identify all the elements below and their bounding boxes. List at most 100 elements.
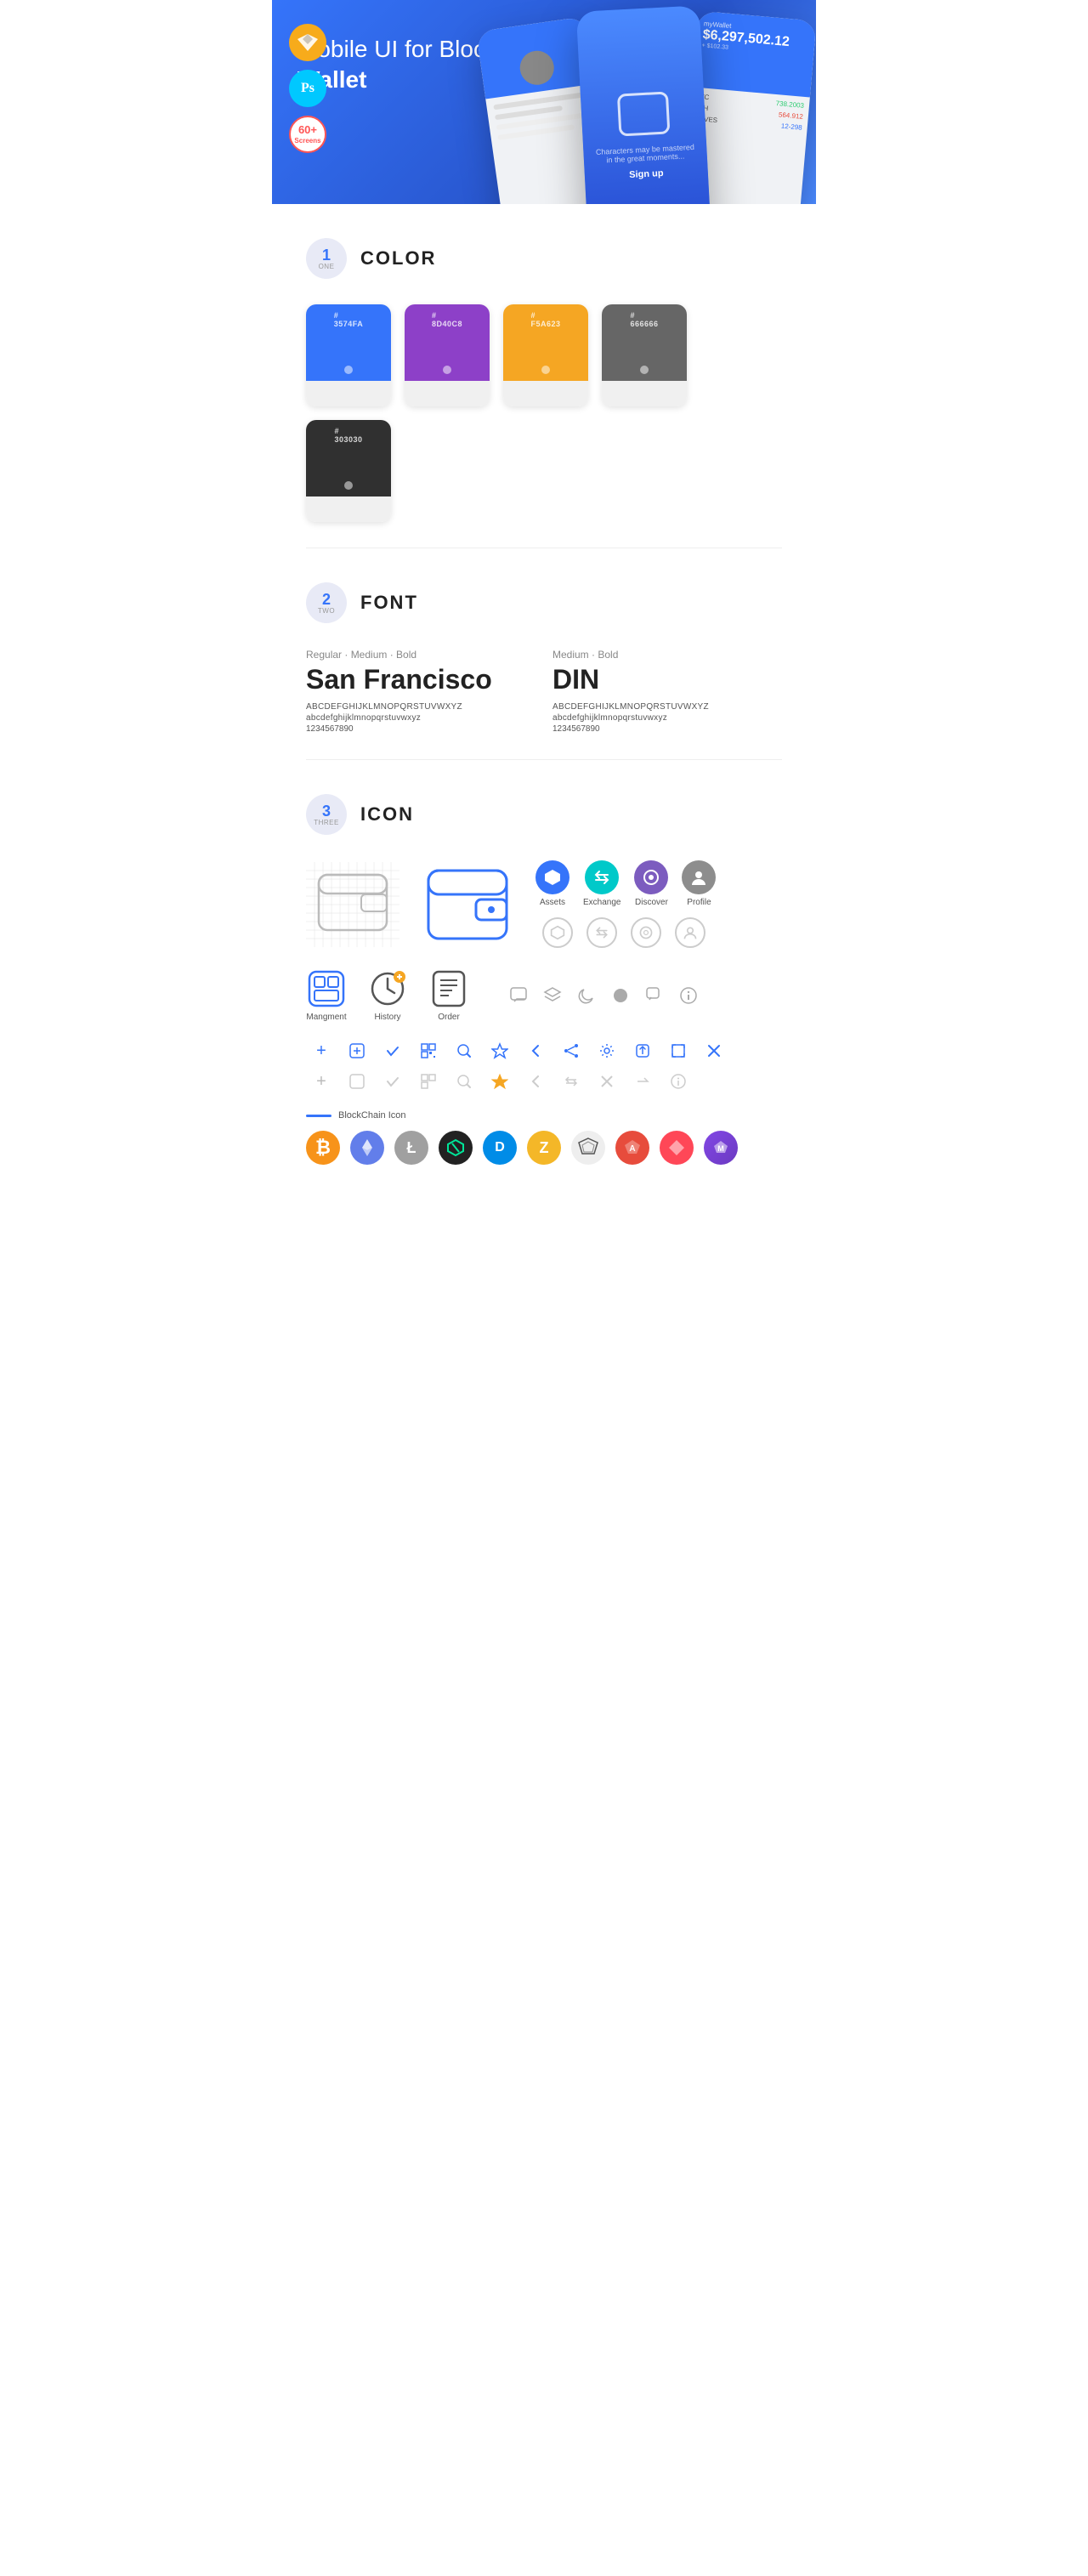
- font-grid: Regular · Medium · Bold San Francisco AB…: [306, 649, 782, 734]
- hero-section: Mobile UI for Blockchain Wallet UI Kit P…: [272, 0, 816, 204]
- star-active-icon: [488, 1070, 512, 1093]
- star-icon: [488, 1039, 512, 1063]
- color-section-number: 1 ONE: [306, 238, 347, 279]
- cross-gray-icon: [595, 1070, 619, 1093]
- font-section: 2 TWO FONT Regular · Medium · Bold San F…: [272, 548, 816, 759]
- wallet-filled-icon: [425, 867, 510, 942]
- font-section-number: 2 TWO: [306, 582, 347, 623]
- blockchain-label-row: BlockChain Icon: [306, 1110, 782, 1121]
- management-icon-item: Mangment: [306, 968, 347, 1022]
- swatch-orange: #F5A623: [503, 304, 588, 406]
- exchange-icon: [585, 860, 619, 894]
- color-section-title: COLOR: [360, 247, 436, 270]
- nav-icons-outline: [536, 917, 716, 948]
- neo-icon: [439, 1131, 473, 1165]
- assets-icon-item: Assets: [536, 860, 570, 907]
- ltc-icon: Ł: [394, 1131, 428, 1165]
- dash-icon: D: [483, 1131, 517, 1165]
- plus-gray-icon: +: [309, 1070, 333, 1093]
- zcash-icon: Z: [527, 1131, 561, 1165]
- profile-icon-item: Profile: [682, 860, 716, 907]
- exchange-icon-item: Exchange: [583, 860, 620, 907]
- font-san-francisco: Regular · Medium · Bold San Francisco AB…: [306, 649, 536, 734]
- eth-icon: [350, 1131, 384, 1165]
- color-section: 1 ONE COLOR #3574FA #8D40C8 #F5A623: [272, 204, 816, 548]
- swatch-purple: #8D40C8: [405, 304, 490, 406]
- screens-badge: 60+ Screens: [289, 116, 326, 153]
- app-icons-row: Mangment History Order: [306, 968, 782, 1022]
- icon-section-title: ICON: [360, 803, 414, 826]
- discover-icon: [634, 860, 668, 894]
- arrow-gray-icon: [631, 1070, 654, 1093]
- circle-icon: [609, 984, 632, 1007]
- layers-icon: [541, 984, 564, 1007]
- ps-badge: Ps: [289, 70, 326, 107]
- check-gray-icon: [381, 1070, 405, 1093]
- order-icon: [428, 968, 469, 1009]
- exchange-outline-icon: [586, 917, 617, 948]
- chevron-gray-icon: [524, 1070, 547, 1093]
- share-icon: [559, 1039, 583, 1063]
- settings-icon: [595, 1039, 619, 1063]
- info-gray-icon: [666, 1070, 690, 1093]
- iota-icon: [571, 1131, 605, 1165]
- wallet-filled-container: [425, 867, 510, 942]
- swatch-dark: #303030: [306, 420, 391, 522]
- plus-icon: +: [309, 1039, 333, 1063]
- search-icon: [452, 1039, 476, 1063]
- speech-icon: [643, 984, 666, 1007]
- utility-icons-row-gray: +: [306, 1070, 782, 1093]
- doc-add-icon: [345, 1039, 369, 1063]
- doc-gray-icon: [345, 1070, 369, 1093]
- profile-outline-icon: [675, 917, 706, 948]
- management-icon: [306, 968, 347, 1009]
- discover-icon-item: Discover: [634, 860, 668, 907]
- qr-icon: [416, 1039, 440, 1063]
- wallet-wireframe-container: [306, 862, 400, 947]
- hero-badges: Ps 60+ Screens: [289, 24, 326, 153]
- crypto-icons-row: ₿ Ł D Z A M: [306, 1131, 782, 1165]
- ark-icon: A: [615, 1131, 649, 1165]
- blockchain-label: BlockChain Icon: [338, 1110, 406, 1121]
- order-icon-item: Order: [428, 968, 469, 1022]
- utility-icons-row-blue: +: [306, 1039, 782, 1063]
- svg-text:M: M: [717, 1144, 724, 1153]
- assets-outline-icon: [542, 917, 573, 948]
- close-icon: [702, 1039, 726, 1063]
- check-icon: [381, 1039, 405, 1063]
- font-din: Medium · Bold DIN ABCDEFGHIJKLMNOPQRSTUV…: [552, 649, 782, 734]
- profile-icon: [682, 860, 716, 894]
- mana-icon: [660, 1131, 694, 1165]
- icon-section-header: 3 THREE ICON: [306, 794, 782, 835]
- swatch-blue: #3574FA: [306, 304, 391, 406]
- history-icon-item: History: [367, 968, 408, 1022]
- font-section-header: 2 TWO FONT: [306, 582, 782, 623]
- font-section-title: FONT: [360, 592, 418, 614]
- swatch-gray: #666666: [602, 304, 687, 406]
- phone-mockups: Characters may be mastered in the great …: [472, 0, 816, 204]
- misc-icons-row: [507, 968, 700, 1022]
- matic-icon: M: [704, 1131, 738, 1165]
- nav-icons-filled: Assets Exchange Discover: [536, 860, 716, 907]
- btc-icon: ₿: [306, 1131, 340, 1165]
- qr-gray-icon: [416, 1070, 440, 1093]
- history-icon: [367, 968, 408, 1009]
- discover-outline-icon: [631, 917, 661, 948]
- info-icon: [677, 984, 700, 1007]
- color-section-header: 1 ONE COLOR: [306, 238, 782, 279]
- svg-text:A: A: [629, 1144, 635, 1154]
- search-gray-icon: [452, 1070, 476, 1093]
- upload-icon: [631, 1039, 654, 1063]
- assets-icon: [536, 860, 570, 894]
- color-swatches: #3574FA #8D40C8 #F5A623 #666666: [306, 304, 782, 522]
- arrows-gray-icon: [559, 1070, 583, 1093]
- icon-section-number: 3 THREE: [306, 794, 347, 835]
- nav-icons-container: Assets Exchange Discover: [536, 860, 716, 948]
- chat-icon: [507, 984, 530, 1007]
- wallet-icon-showcase: Assets Exchange Discover: [306, 860, 782, 948]
- grid-lines: [306, 862, 400, 947]
- sketch-badge: [289, 24, 326, 61]
- moon-icon: [575, 984, 598, 1007]
- chevron-left-icon: [524, 1039, 547, 1063]
- resize-icon: [666, 1039, 690, 1063]
